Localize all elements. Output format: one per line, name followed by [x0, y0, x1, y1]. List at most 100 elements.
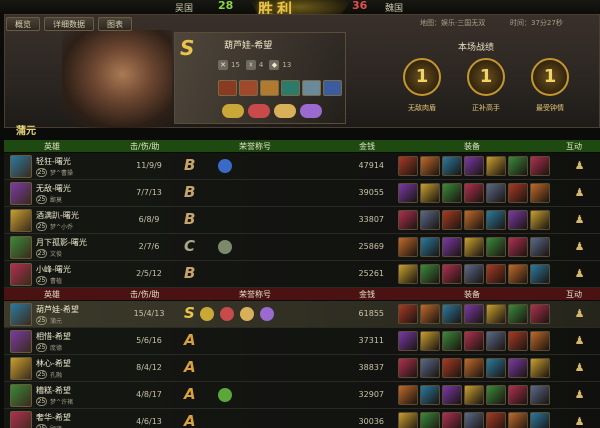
item-icon[interactable]: [486, 358, 506, 378]
item-icon[interactable]: [508, 210, 528, 230]
like-icon[interactable]: ♟: [574, 240, 585, 254]
player-row[interactable]: 无敌-曙光 25 鄙莫 7/7/13 B 39055 ♟: [4, 180, 600, 207]
player-row[interactable]: 葫芦娃-希望 25 蒲元 15/4/13 S 61855 ♟: [4, 301, 600, 328]
item-icon[interactable]: [398, 210, 418, 230]
tab-charts[interactable]: 图表: [98, 17, 132, 31]
tab-overview[interactable]: 概览: [6, 17, 40, 31]
item-icon[interactable]: [508, 237, 528, 257]
item-icon[interactable]: [398, 358, 418, 378]
equip-icon[interactable]: [260, 80, 279, 96]
item-icon[interactable]: [486, 183, 506, 203]
item-icon[interactable]: [398, 412, 418, 428]
like-icon[interactable]: ♟: [574, 267, 585, 281]
item-icon[interactable]: [464, 156, 484, 176]
player-row[interactable]: 奢华-希望 25 顾雍 4/6/13 A 30036 ♟: [4, 409, 600, 428]
item-icon[interactable]: [464, 237, 484, 257]
item-icon[interactable]: [442, 210, 462, 230]
item-icon[interactable]: [464, 264, 484, 284]
item-icon[interactable]: [420, 358, 440, 378]
player-row[interactable]: 糟糕-希望 25 梦^许褚 4/8/17 A 32907 ♟: [4, 382, 600, 409]
item-icon[interactable]: [530, 385, 550, 405]
like-icon[interactable]: ♟: [574, 307, 585, 321]
item-icon[interactable]: [486, 156, 506, 176]
item-icon[interactable]: [486, 304, 506, 324]
like-icon[interactable]: ♟: [574, 186, 585, 200]
tab-details[interactable]: 详细数据: [44, 17, 94, 31]
item-icon[interactable]: [442, 183, 462, 203]
item-icon[interactable]: [486, 210, 506, 230]
equip-icon[interactable]: [218, 80, 237, 96]
item-icon[interactable]: [508, 385, 528, 405]
item-icon[interactable]: [486, 331, 506, 351]
player-row[interactable]: 酒满趴-曙光 25 梦^小乔 6/8/9 B 33807 ♟: [4, 207, 600, 234]
item-icon[interactable]: [464, 210, 484, 230]
player-row[interactable]: 林心-希望 25 孔融 8/4/12 A 38837 ♟: [4, 355, 600, 382]
like-icon[interactable]: ♟: [574, 415, 585, 428]
item-icon[interactable]: [420, 264, 440, 284]
item-icon[interactable]: [442, 264, 462, 284]
item-icon[interactable]: [442, 358, 462, 378]
item-icon[interactable]: [530, 412, 550, 428]
item-icon[interactable]: [464, 304, 484, 324]
player-row[interactable]: 轻狂-曙光 25 梦^曹操 11/9/9 B 47914 ♟: [4, 153, 600, 180]
item-icon[interactable]: [442, 331, 462, 351]
item-icon[interactable]: [464, 412, 484, 428]
like-icon[interactable]: ♟: [574, 159, 585, 173]
item-icon[interactable]: [420, 385, 440, 405]
equip-icon[interactable]: [239, 80, 258, 96]
item-icon[interactable]: [508, 264, 528, 284]
item-icon[interactable]: [442, 385, 462, 405]
item-icon[interactable]: [442, 412, 462, 428]
item-icon[interactable]: [508, 358, 528, 378]
item-icon[interactable]: [398, 385, 418, 405]
item-icon[interactable]: [464, 183, 484, 203]
item-icon[interactable]: [486, 385, 506, 405]
item-icon[interactable]: [464, 385, 484, 405]
item-icon[interactable]: [530, 331, 550, 351]
item-icon[interactable]: [442, 304, 462, 324]
item-icon[interactable]: [398, 183, 418, 203]
item-icon[interactable]: [442, 156, 462, 176]
item-icon[interactable]: [486, 412, 506, 428]
item-icon[interactable]: [464, 358, 484, 378]
player-row[interactable]: 月下孤影-曙光 23 文俊 2/7/6 C 25869 ♟: [4, 234, 600, 261]
item-icon[interactable]: [442, 237, 462, 257]
item-icon[interactable]: [530, 264, 550, 284]
item-icon[interactable]: [398, 331, 418, 351]
item-icon[interactable]: [508, 156, 528, 176]
player-row[interactable]: 小峰-曙光 25 曹植 2/5/12 B 25261 ♟: [4, 261, 600, 288]
item-icon[interactable]: [464, 331, 484, 351]
item-icon[interactable]: [486, 264, 506, 284]
item-icon[interactable]: [508, 183, 528, 203]
shield-icon: ◆: [269, 60, 280, 70]
item-icon[interactable]: [508, 304, 528, 324]
item-icon[interactable]: [398, 156, 418, 176]
equip-icon[interactable]: [281, 80, 300, 96]
equip-icon[interactable]: [302, 80, 321, 96]
like-icon[interactable]: ♟: [574, 388, 585, 402]
like-icon[interactable]: ♟: [574, 334, 585, 348]
item-icon[interactable]: [420, 304, 440, 324]
item-icon[interactable]: [508, 331, 528, 351]
item-icon[interactable]: [530, 304, 550, 324]
item-icon[interactable]: [420, 183, 440, 203]
item-icon[interactable]: [530, 237, 550, 257]
equip-icon[interactable]: [323, 80, 342, 96]
item-icon[interactable]: [420, 331, 440, 351]
like-icon[interactable]: ♟: [574, 213, 585, 227]
item-icon[interactable]: [420, 412, 440, 428]
item-icon[interactable]: [398, 237, 418, 257]
item-icon[interactable]: [530, 156, 550, 176]
item-icon[interactable]: [530, 210, 550, 230]
item-icon[interactable]: [420, 156, 440, 176]
item-icon[interactable]: [530, 183, 550, 203]
item-icon[interactable]: [398, 264, 418, 284]
item-icon[interactable]: [398, 304, 418, 324]
item-icon[interactable]: [508, 412, 528, 428]
item-icon[interactable]: [420, 237, 440, 257]
item-icon[interactable]: [530, 358, 550, 378]
player-row[interactable]: 相惜-希望 25 庞德 5/6/16 A 37311 ♟: [4, 328, 600, 355]
item-icon[interactable]: [486, 237, 506, 257]
item-icon[interactable]: [420, 210, 440, 230]
like-icon[interactable]: ♟: [574, 361, 585, 375]
